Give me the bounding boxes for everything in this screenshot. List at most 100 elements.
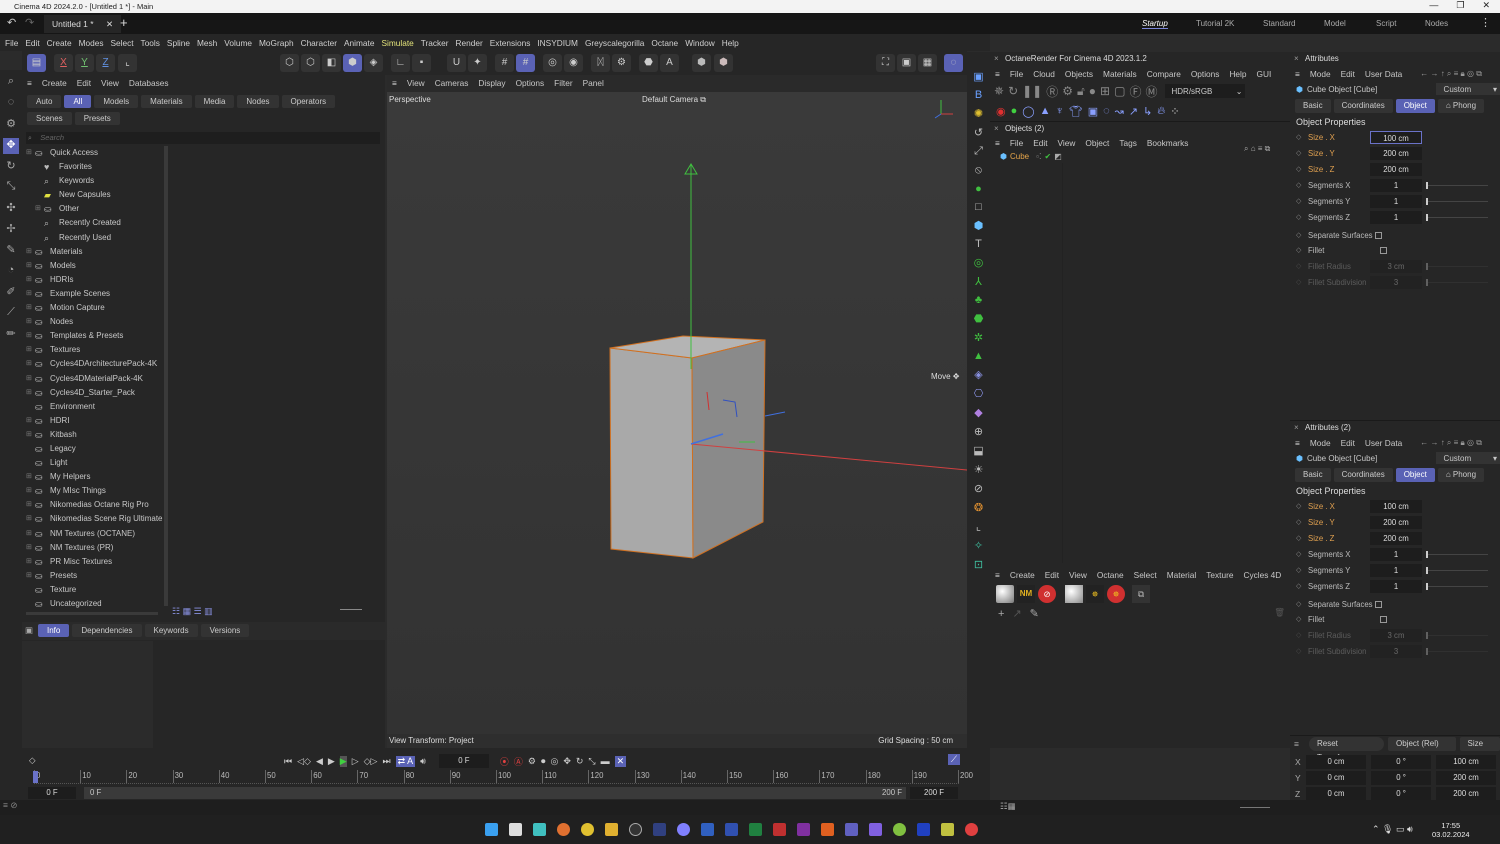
size-field[interactable]: 200 cm	[1370, 162, 1422, 176]
layout-tab-tutorial-2k[interactable]: Tutorial 2K	[1196, 19, 1234, 28]
separate-surfaces-checkbox[interactable]	[1374, 232, 1382, 239]
settings-gear-icon[interactable]: ⚙	[1062, 84, 1073, 98]
app-s-icon[interactable]	[533, 823, 546, 836]
uv-mode-icon[interactable]: ◈	[364, 54, 383, 72]
measure-icon[interactable]: ⊘	[974, 482, 983, 495]
segments-field[interactable]: 1	[1370, 194, 1422, 208]
menu-create[interactable]: Create	[42, 78, 67, 88]
grid-snap-icon[interactable]: #	[495, 54, 514, 72]
scale-icon[interactable]: ⤢	[974, 145, 983, 158]
next-key-icon[interactable]: ◇▷	[364, 756, 378, 767]
fillet-subdivision-slider[interactable]	[1426, 647, 1488, 655]
next-frame-icon[interactable]: ▷	[352, 756, 359, 767]
preset-dropdown[interactable]: Custom ▾	[1435, 83, 1500, 95]
null-icon[interactable]: ◎	[974, 256, 984, 269]
layout-tab-model[interactable]: Model	[1324, 19, 1346, 28]
search-icon[interactable]: ⌕	[3, 75, 19, 91]
menu-mograph[interactable]: MoGraph	[259, 38, 294, 48]
close-tab-icon[interactable]: ✕	[106, 19, 113, 29]
loop-icon[interactable]: ⇄ A	[395, 755, 416, 767]
menu-object[interactable]: Object	[1085, 138, 1109, 148]
symmetry-icon[interactable]: ᛞ	[591, 54, 610, 72]
key-param-icon[interactable]: ▬	[601, 756, 610, 766]
asset-tree-item[interactable]: ⊞ ⛀ Presets	[26, 569, 164, 583]
onenote-icon[interactable]	[797, 823, 810, 836]
menu-bookmarks[interactable]: Bookmarks	[1147, 138, 1189, 148]
hamburger-icon[interactable]: ≡	[1295, 69, 1300, 79]
segments-slider[interactable]	[1426, 550, 1488, 558]
menu-octane[interactable]: Octane	[1097, 570, 1124, 580]
effector-icon[interactable]: ⬣	[974, 312, 984, 325]
asset-tree-item[interactable]: ⊞ ⛀ Other	[26, 202, 164, 216]
brush-icon[interactable]: ✏	[3, 327, 19, 343]
record-keys-icon[interactable]: ⦿	[500, 755, 509, 768]
segments-slider[interactable]	[1426, 582, 1488, 590]
x-axis-lock-button[interactable]: X	[54, 54, 73, 72]
current-frame-field[interactable]: 0 F	[438, 754, 489, 768]
view-mode-icons[interactable]: ☷ ▦ ☰ ▥	[172, 606, 213, 617]
menu-octane[interactable]: Octane	[651, 38, 678, 48]
cube-preset-icon[interactable]: ⬢	[692, 54, 711, 72]
asset-tree-item[interactable]: ⊞ ⛀ Cycles4DArchitecturePack-4K	[26, 357, 164, 371]
octane-live-icon[interactable]: A	[660, 54, 679, 72]
play-forward-icon[interactable]: ▶	[339, 755, 347, 767]
expand-icon[interactable]: ⊞	[26, 527, 35, 541]
settings-icon[interactable]: ⚙	[3, 117, 19, 133]
asset-tree-item[interactable]: ♥ Favorites	[26, 160, 164, 174]
menu-gui[interactable]: GUI	[1257, 69, 1272, 79]
phong-tag-icon[interactable]: ◩	[1054, 152, 1062, 161]
timeline-mode-icon[interactable]: ⟋	[948, 754, 960, 765]
size-field[interactable]: 200 cm	[1370, 146, 1422, 160]
menu-view[interactable]: View	[101, 78, 119, 88]
visibility-dots-icon[interactable]: ▫⁚	[1036, 152, 1041, 161]
prev-frame-icon[interactable]: ◀	[316, 756, 323, 767]
hamburger-icon[interactable]: ≡	[995, 69, 1000, 79]
chrome-icon[interactable]	[581, 823, 594, 836]
transform-tool-icon[interactable]: ✣	[3, 201, 19, 217]
restart-icon[interactable]: ↻	[1008, 84, 1018, 98]
fillet-subdivision-field[interactable]: 3	[1370, 644, 1422, 658]
asset-tree-item[interactable]: ⊞ ⛀ Nikomedias Scene Rig Ultimate	[26, 512, 164, 526]
menu-render[interactable]: Render	[456, 38, 483, 48]
live-viewer-icon[interactable]: ●	[1011, 105, 1018, 117]
menu-modes[interactable]: Modes	[79, 38, 104, 48]
render-region-icon[interactable]: ◎	[543, 54, 562, 72]
shield-icon[interactable]	[869, 823, 882, 836]
menu-simulate[interactable]: Simulate	[381, 38, 413, 48]
menu-view[interactable]: View	[1058, 138, 1076, 148]
menu-file[interactable]: File	[1010, 69, 1023, 79]
clock[interactable]: 17:55 03.02.2024	[1432, 821, 1470, 839]
coord-size-field[interactable]: 200 cm	[1436, 771, 1496, 785]
sky-icon[interactable]: ⊕	[974, 425, 983, 438]
expand-icon[interactable]: ⊞	[26, 372, 35, 386]
tab-phong[interactable]: ⌂ Phong	[1437, 468, 1485, 482]
sculpt-icon[interactable]: ◔	[3, 264, 19, 280]
add-icon[interactable]: +	[998, 608, 1004, 620]
menu-spline[interactable]: Spline	[167, 38, 190, 48]
fillet-radius-slider[interactable]	[1426, 262, 1488, 270]
more-icon[interactable]: ⋮	[1480, 16, 1491, 29]
tab-object[interactable]: Object	[1395, 99, 1435, 113]
expand-icon[interactable]: ⊞	[26, 315, 35, 329]
expand-icon[interactable]: ⊞	[26, 484, 35, 498]
region-r-icon[interactable]: Ⓡ	[1046, 83, 1058, 100]
asset-search-input[interactable]: ⌕ Search	[26, 132, 380, 144]
menu-select[interactable]: Select	[1134, 570, 1157, 580]
menu-edit[interactable]: Edit	[1045, 570, 1059, 580]
reset-transform-button[interactable]: Reset Transform	[1308, 737, 1384, 762]
expand-icon[interactable]: ⊞	[35, 202, 44, 216]
octane-camera-icon[interactable]: ❂	[974, 501, 983, 514]
lock-icon[interactable]: 🔓︎	[1077, 84, 1085, 99]
photoshop-icon[interactable]	[653, 823, 666, 836]
thumbnail-size-slider[interactable]	[340, 609, 362, 610]
expand-icon[interactable]: ⊞	[26, 259, 35, 273]
asset-tree-item[interactable]: ⊞ ⛀ Models	[26, 259, 164, 273]
render-settings-icon[interactable]: ⚙	[612, 54, 631, 72]
points-mode-icon[interactable]: ⬡	[280, 54, 299, 72]
app-icon[interactable]	[677, 823, 690, 836]
live-selection-icon[interactable]: ◌	[3, 96, 19, 112]
deformer-icon[interactable]: ✲	[974, 331, 983, 344]
attributes-nav-icons[interactable]: ← → ↑ ⌕ ≡ 🔒︎ ◎ ⧉	[1420, 438, 1482, 448]
menu-material[interactable]: Material	[1167, 570, 1197, 580]
filter-scenes[interactable]: Scenes	[27, 112, 72, 125]
